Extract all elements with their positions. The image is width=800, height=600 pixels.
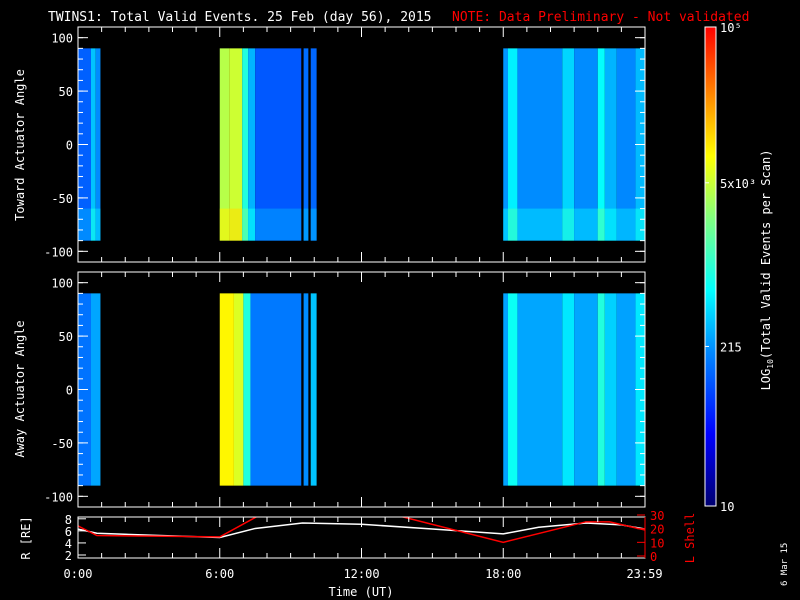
heatmap-column (517, 293, 563, 486)
y-tick-label: 0 (66, 384, 73, 398)
heatmap-low-angle-band (78, 208, 91, 241)
heatmap-low-angle-band (229, 208, 243, 241)
y2-tick-label: 20 (650, 523, 664, 537)
colorbar (704, 26, 717, 507)
y2-tick-label: 10 (650, 536, 664, 550)
heatmap-low-angle-band (248, 208, 256, 241)
y-tick-label: -100 (44, 245, 73, 259)
ylabel-away: Away Actuator Angle (13, 320, 27, 457)
x-tick-label: 12:00 (343, 567, 379, 581)
heatmap-low-angle-band (604, 208, 617, 241)
y-tick-label: 8 (65, 513, 72, 527)
heatmap-column (243, 293, 251, 486)
x-tick-label: 23:59 (626, 567, 662, 581)
heatmap-low-angle-band (303, 208, 309, 241)
heatmap-column (303, 293, 309, 486)
heatmap-low-angle-band (616, 208, 636, 241)
heatmap-low-angle-band (507, 208, 518, 241)
heatmap-low-angle-band (255, 208, 302, 241)
y-tick-label: 4 (65, 537, 72, 551)
ylabel-r: R [RE] (19, 516, 33, 559)
heatmap-column (219, 293, 234, 486)
y-tick-label: 2 (65, 549, 72, 563)
heatmap-low-angle-band (574, 208, 598, 241)
heatmap-column (616, 293, 636, 486)
y-tick-label: -100 (44, 490, 73, 504)
heatmap-column (233, 293, 244, 486)
colorbar-tick-label: 10 (720, 500, 734, 514)
colorbar-tick-label: 5x10³ (720, 177, 756, 191)
colorbar-tick-label: 10⁵ (720, 21, 742, 35)
y-tick-label: 50 (59, 330, 73, 344)
colorbar-label: LOG10(Total Valid Events per Scan) (759, 150, 775, 391)
y2-tick-label: 30 (650, 509, 664, 523)
away-panel: 100 50 0 -50 -100 (44, 271, 646, 508)
heatmap-column (310, 293, 317, 486)
twins-figure: TWINS1: Total Valid Events. 25 Feb (day … (13, 10, 790, 599)
toward-panel: 100 50 0 -50 -100 (44, 26, 646, 263)
date-stamp: 6 Mar 15 (780, 543, 790, 586)
ylabel-lshell: L Shell (683, 513, 697, 564)
note: NOTE: Data Preliminary - Not validated (452, 10, 749, 25)
colorbar-tick-label: 215 (720, 340, 742, 354)
y-tick-label: -50 (51, 437, 73, 451)
heatmap-low-angle-band (95, 208, 101, 241)
heatmap-column (597, 293, 605, 486)
heatmap-low-angle-band (562, 208, 575, 241)
ephemeris-panel: 0:00 6:00 12:00 18:00 23:59 2468 0102030 (64, 509, 665, 581)
y-tick-label: -50 (51, 192, 73, 206)
heatmap-low-angle-band (503, 208, 508, 241)
x-tick-label: 6:00 (205, 567, 234, 581)
xlabel: Time (UT) (328, 585, 393, 599)
heatmap-low-angle-band (242, 208, 249, 241)
heatmap-column (604, 293, 617, 486)
heatmap-column (574, 293, 598, 486)
y-tick-label: 50 (59, 85, 73, 99)
heatmap-column (503, 293, 508, 486)
heatmap-column (507, 293, 518, 486)
heatmap-low-angle-band (597, 208, 605, 241)
x-tick-label: 18:00 (485, 567, 521, 581)
y-tick-label: 100 (51, 277, 73, 291)
y-tick-label: 100 (51, 32, 73, 46)
heatmap-low-angle-band (635, 208, 645, 241)
title: TWINS1: Total Valid Events. 25 Feb (day … (48, 10, 432, 25)
heatmap-column (250, 293, 302, 486)
y-tick-label: 6 (65, 525, 72, 539)
heatmap-low-angle-band (310, 208, 317, 241)
heatmap-low-angle-band (517, 208, 563, 241)
heatmap-low-angle-band (219, 208, 230, 241)
heatmap-column (90, 293, 101, 486)
y2-tick-label: 0 (650, 550, 657, 564)
ylabel-toward: Toward Actuator Angle (13, 69, 27, 221)
x-tick-label: 0:00 (64, 567, 93, 581)
y-tick-label: 0 (66, 139, 73, 153)
heatmap-column (562, 293, 575, 486)
heatmap-low-angle-band (90, 208, 96, 241)
